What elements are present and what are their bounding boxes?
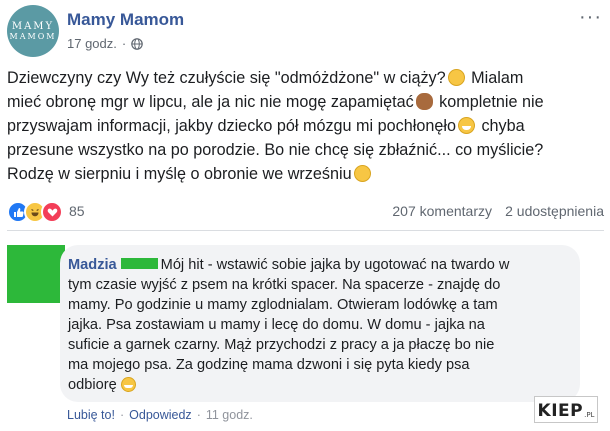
commenter-avatar-redacted[interactable]: [7, 245, 65, 303]
post-text-line2: mieć obronę mgr w lipcu, ale ja nic nie …: [7, 93, 414, 111]
page-name-link[interactable]: Mamy Mamom: [67, 10, 184, 30]
comment-timestamp[interactable]: 11 godz.: [206, 408, 253, 422]
divider: [7, 230, 604, 231]
thinking-emoji-icon: [353, 165, 371, 182]
post-meta: 17 godz. ·: [67, 36, 144, 51]
comment-line5: suficie a garnek czarny. Mąż przychodzi …: [68, 337, 495, 353]
comment-text: Madzia Mój hit - wstawić sobie jajka by u…: [68, 255, 568, 395]
separator-dot: ·: [196, 408, 201, 422]
post-text-line1b: Mialam: [466, 69, 524, 87]
comment-line6: ma mojego psa. Za godzinę mama dzwoni i …: [68, 357, 470, 373]
post-header: MAMY MAMOM Mamy Mamom 17 godz. · ···: [7, 5, 610, 57]
kiep-watermark-logo: KIEP .PL: [534, 396, 598, 423]
page-avatar[interactable]: MAMY MAMOM: [7, 5, 59, 57]
reactions-bar: 85 207 komentarzy 2 udostępnienia: [7, 200, 604, 223]
comment-line7: odbiorę: [68, 377, 117, 393]
post-text-line3b: chyba: [476, 117, 525, 135]
rolling-eyes-emoji-icon: [447, 69, 465, 86]
more-options-button[interactable]: ···: [579, 7, 602, 27]
comment-line3: mamy. Po godzinie u mamy zglodnialam. Ot…: [68, 297, 498, 313]
post-text-line3: przyswajam informacji, jakby dziecko pół…: [7, 117, 456, 135]
shares-count-link[interactable]: 2 udostępnienia: [505, 203, 604, 219]
post-text-line5: Rodzę w sierpniu i myślę o obronie we wr…: [7, 165, 352, 183]
post-text: Dziewczyny czy Wy też czułyście się "odm…: [7, 66, 604, 186]
comment-line4: jajka. Psa zostawiam u mamy i lecę do do…: [68, 317, 485, 333]
avatar-text-top: MAMY: [11, 20, 55, 32]
comments-count-link[interactable]: 207 komentarzy: [392, 203, 492, 219]
comment-bubble: Madzia Mój hit - wstawić sobie jajka by u…: [60, 245, 580, 402]
like-comment-link[interactable]: Lubię to!: [67, 408, 115, 422]
laughing-emoji-icon: [120, 377, 136, 392]
separator-dot: ·: [119, 408, 125, 422]
post-text-line4: przesune wszystko na po porodzie. Bo nie…: [7, 141, 544, 159]
grinning-emoji-icon: [457, 117, 475, 134]
comment-line1: Mój hit - wstawić sobie jajka by ugotowa…: [160, 257, 510, 273]
commenter-name-link[interactable]: Madzia: [68, 257, 117, 273]
watermark-main-text: KIEP: [537, 401, 584, 421]
watermark-sub-text: .PL: [584, 411, 595, 419]
post-timestamp[interactable]: 17 godz.: [67, 36, 117, 51]
comment-actions: Lubię to! · Odpowiedz · 11 godz.: [67, 408, 253, 422]
see-no-evil-monkey-emoji-icon: [415, 93, 433, 110]
comment-line2: tym czasie wyjść z psem na krótki spacer…: [68, 277, 501, 293]
post-text-line2b: kompletnie nie: [434, 93, 544, 111]
reaction-icons[interactable]: [7, 201, 63, 223]
avatar-text-bottom: MAMOM: [9, 31, 57, 41]
redaction-bar: [120, 258, 158, 269]
globe-icon: [131, 37, 144, 50]
reply-comment-link[interactable]: Odpowiedz: [129, 408, 192, 422]
love-reaction-icon: [41, 201, 63, 223]
reaction-count[interactable]: 85: [69, 203, 85, 219]
post-text-line1: Dziewczyny czy Wy też czułyście się "odm…: [7, 69, 446, 87]
